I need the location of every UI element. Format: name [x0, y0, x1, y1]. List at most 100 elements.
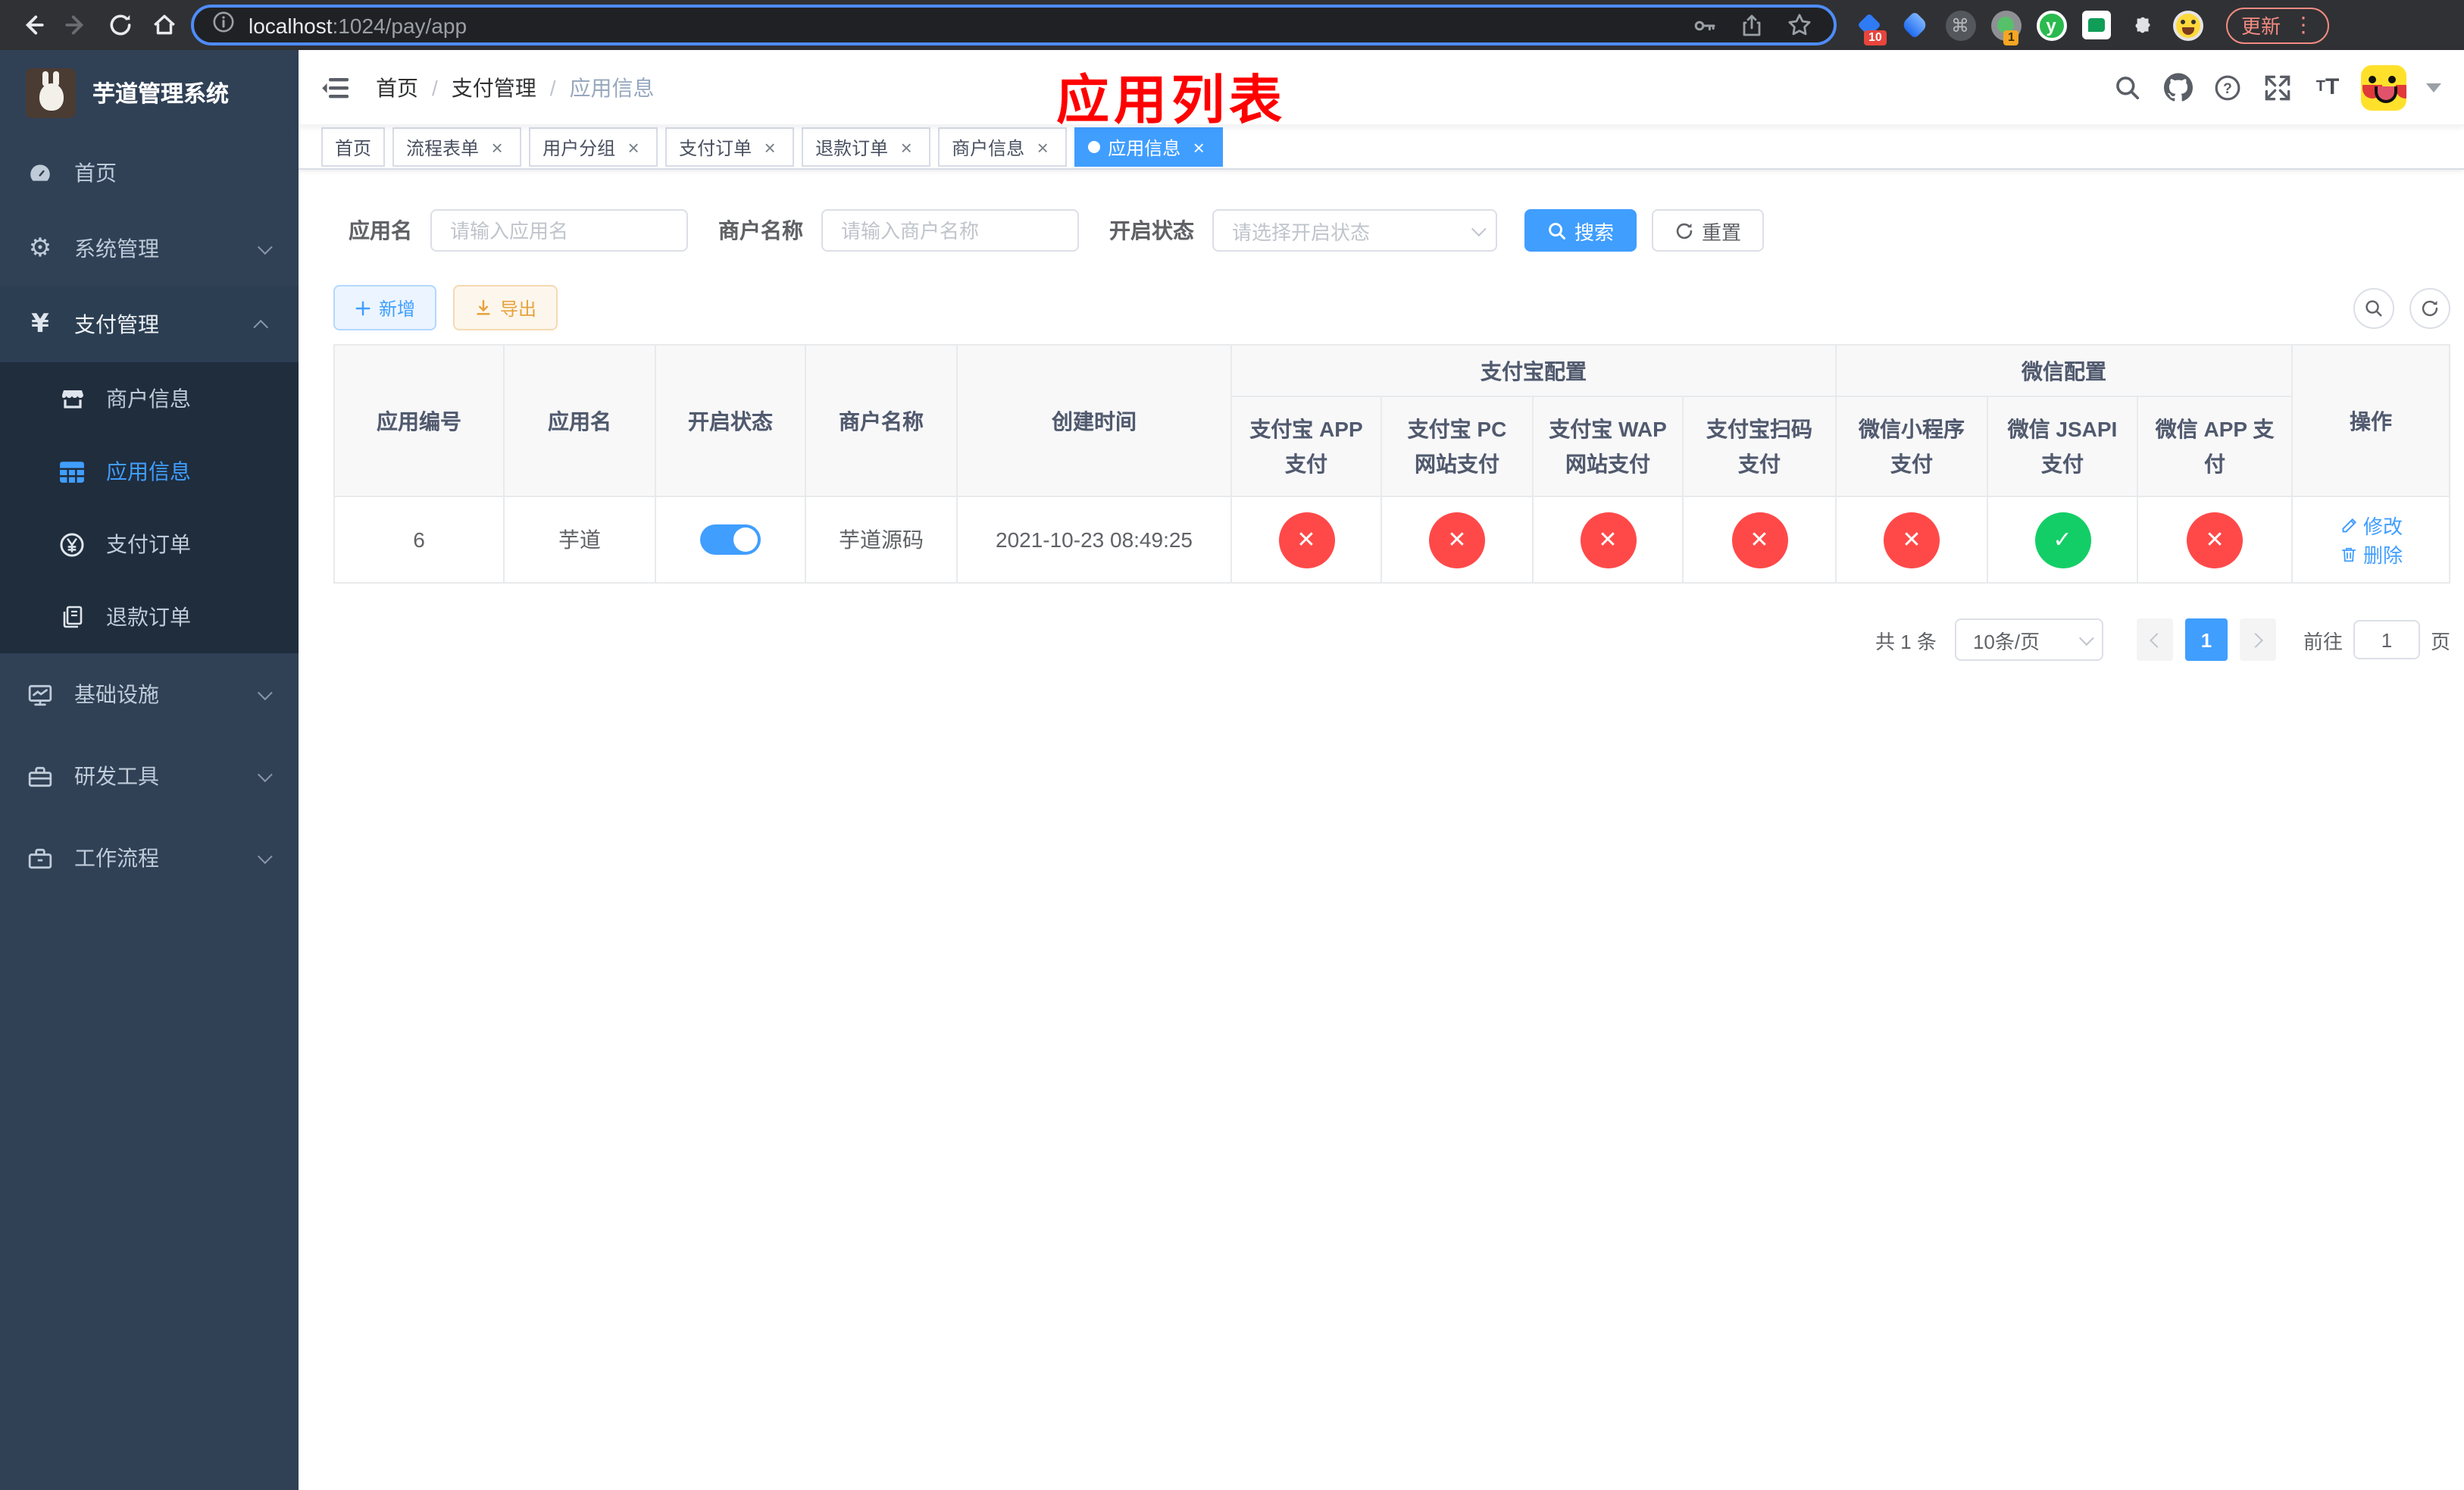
edit-button[interactable]: 修改 [2339, 511, 2403, 540]
close-icon[interactable]: × [623, 136, 644, 158]
merchant-name-input[interactable] [821, 209, 1079, 252]
status-cross-icon [1731, 512, 1787, 568]
tab-process-form[interactable]: 流程表单 × [392, 127, 522, 167]
refresh-icon[interactable] [2409, 287, 2450, 328]
sidebar-item-label: 研发工具 [74, 764, 159, 788]
sidebar-item-label: 退款订单 [106, 605, 191, 629]
yuan-icon: ¥ [31, 309, 49, 340]
sidebar-item-app-info[interactable]: 应用信息 [0, 435, 299, 508]
col-wechat-mini: 微信小程序支付 [1835, 396, 1988, 497]
share-icon[interactable] [1735, 8, 1768, 42]
status-select[interactable]: 请选择开启状态 [1212, 209, 1497, 252]
col-wechat-app: 微信 APP 支付 [2136, 396, 2294, 497]
sidebar-item-pay-orders[interactable]: 支付订单 [0, 508, 299, 581]
bookmark-star-icon[interactable] [1782, 8, 1815, 42]
tab-label: 退款订单 [815, 137, 889, 158]
user-menu-caret-icon[interactable] [2426, 83, 2441, 92]
chevron-right-icon [2248, 632, 2263, 647]
sidebar-item-dev-tools[interactable]: 研发工具 [0, 735, 299, 817]
back-icon[interactable] [15, 8, 48, 42]
goto-page-input[interactable] [2353, 620, 2420, 659]
sidebar-item-payment[interactable]: ¥ 支付管理 [0, 286, 299, 362]
password-key-icon[interactable] [1688, 8, 1721, 42]
show-search-icon[interactable] [2353, 287, 2394, 328]
breadcrumb-payment[interactable]: 支付管理 [452, 72, 536, 102]
breadcrumb-current: 应用信息 [569, 75, 655, 99]
table-header-group-row: 应用编号 应用名 开启状态 商户名称 创建时间 支付宝配置 微信配置 操作 [333, 344, 2450, 497]
close-icon[interactable]: × [1032, 136, 1053, 158]
fullscreen-icon[interactable] [2261, 70, 2294, 104]
sidebar-item-system[interactable]: ⚙ 系统管理 [0, 211, 299, 286]
sidebar-logo[interactable]: 芋道管理系统 [0, 50, 299, 135]
sidebar-item-infrastructure[interactable]: 基础设施 [0, 653, 299, 735]
extension-diamond-icon[interactable]: 10 [1853, 9, 1887, 45]
page-number-current[interactable]: 1 [2184, 618, 2228, 661]
search-icon[interactable] [2111, 70, 2144, 104]
reset-button[interactable]: 重置 [1652, 209, 1765, 252]
font-size-icon[interactable]: TT [2311, 70, 2344, 104]
export-button[interactable]: 导出 [453, 285, 558, 330]
col-wechat-jsapi: 微信 JSAPI 支付 [1987, 396, 2138, 497]
extension-gem-icon[interactable] [1899, 9, 1931, 41]
extension-command-icon[interactable]: ⌘ [1944, 9, 1976, 41]
tab-pay-orders[interactable]: 支付订单 × [665, 127, 795, 167]
browser-menu-kebab-icon[interactable]: ⋮ [2293, 12, 2314, 38]
status-cross-icon [1580, 512, 1636, 568]
user-avatar[interactable] [2361, 64, 2406, 110]
app-name-input[interactable] [430, 209, 688, 252]
browser-update-button[interactable]: 更新 ⋮ [2226, 7, 2330, 43]
briefcase-icon [26, 845, 55, 871]
sidebar-item-workflow[interactable]: 工作流程 [0, 817, 299, 899]
tab-home[interactable]: 首页 [321, 127, 386, 167]
pagination: 共 1 条 10条/页 1 前往 页 [333, 618, 2450, 661]
close-icon[interactable]: × [896, 136, 917, 158]
delete-button[interactable]: 删除 [2339, 540, 2403, 568]
sidebar-collapse-icon[interactable] [321, 72, 352, 102]
home-icon[interactable] [147, 8, 180, 42]
site-info-icon[interactable] [212, 10, 235, 40]
extension-record-icon[interactable]: 1 [1990, 9, 2022, 45]
extension-chat-icon[interactable] [2081, 9, 2112, 41]
close-icon[interactable]: × [486, 136, 508, 158]
forward-icon[interactable] [59, 8, 92, 42]
page-size-value: 10条/页 [1972, 630, 2040, 653]
page-size-select[interactable]: 10条/页 [1954, 618, 2103, 661]
extension-y-icon[interactable]: y [2035, 9, 2067, 41]
cell-wechat-jsapi [1987, 496, 2138, 584]
chevron-left-icon [2150, 632, 2165, 647]
next-page-button[interactable] [2239, 618, 2276, 661]
sidebar: 芋道管理系统 首页 ⚙ 系统管理 ¥ 支付管理 商户信息 应用信息 支付订单 退… [0, 50, 299, 1490]
enabled-toggle[interactable] [700, 524, 761, 555]
tags-view: 首页 流程表单 × 用户分组 × 支付订单 × 退款订单 × 商户信息 × 应用信息 × [299, 126, 2464, 170]
add-button[interactable]: 新增 [333, 285, 437, 330]
col-app-id: 应用编号 [333, 344, 505, 497]
chevron-down-icon [2078, 630, 2094, 646]
extension-emoji-icon[interactable] [2172, 9, 2203, 41]
reload-icon[interactable] [103, 8, 136, 42]
chevron-down-icon [1471, 221, 1487, 236]
close-icon[interactable]: × [759, 136, 780, 158]
reset-button-label: 重置 [1702, 221, 1742, 243]
tab-label: 用户分组 [543, 137, 616, 158]
sidebar-item-home[interactable]: 首页 [0, 135, 299, 211]
sidebar-item-label: 系统管理 [74, 236, 159, 261]
payment-submenu: 商户信息 应用信息 支付订单 退款订单 [0, 362, 299, 653]
breadcrumb-home[interactable]: 首页 [376, 72, 418, 102]
prev-page-button[interactable] [2136, 618, 2173, 661]
search-button[interactable]: 搜索 [1524, 209, 1637, 252]
tab-label: 首页 [335, 137, 372, 158]
help-icon[interactable]: ? [2211, 70, 2244, 104]
tab-merchant-info[interactable]: 商户信息 × [938, 127, 1068, 167]
cell-enabled [655, 496, 806, 584]
tab-refund-orders[interactable]: 退款订单 × [802, 127, 931, 167]
url-text[interactable]: localhost:1024/pay/app [249, 13, 467, 37]
sidebar-item-merchant-info[interactable]: 商户信息 [0, 362, 299, 435]
close-icon[interactable]: × [1188, 136, 1209, 158]
extensions-puzzle-icon[interactable] [2126, 9, 2158, 41]
address-bar[interactable]: localhost:1024/pay/app [191, 5, 1837, 45]
breadcrumb-separator: / [432, 75, 438, 99]
github-icon[interactable] [2161, 70, 2194, 104]
sidebar-item-refund-orders[interactable]: 退款订单 [0, 581, 299, 653]
tab-user-group[interactable]: 用户分组 × [529, 127, 658, 167]
cell-app-name: 芋道 [503, 496, 656, 584]
